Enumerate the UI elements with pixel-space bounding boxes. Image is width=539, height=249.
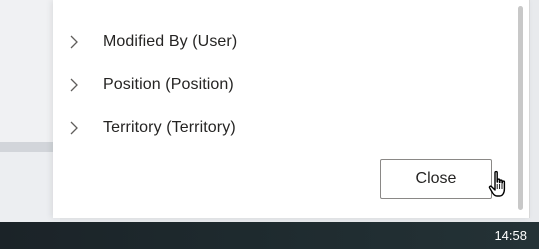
taskbar-clock[interactable]: 14:58 <box>494 228 527 243</box>
tree-item-modified-by[interactable]: Modified By (User) <box>53 20 493 63</box>
tree-item-label: Position (Position) <box>103 75 234 93</box>
tree-item-label: Modified By (User) <box>103 32 238 50</box>
background-panel <box>0 0 60 142</box>
scrollbar-thumb[interactable] <box>518 6 523 210</box>
background-divider <box>0 142 60 152</box>
field-tree: Modified By (User) Position (Position) T… <box>53 20 493 149</box>
tree-item-territory[interactable]: Territory (Territory) <box>53 106 493 149</box>
dialog-panel: Modified By (User) Position (Position) T… <box>53 0 530 218</box>
chevron-right-icon[interactable] <box>67 35 81 49</box>
scrollbar[interactable] <box>515 0 527 218</box>
taskbar: 14:58 <box>0 222 539 249</box>
tree-item-label: Territory (Territory) <box>103 118 236 136</box>
tree-item-position[interactable]: Position (Position) <box>53 63 493 106</box>
chevron-right-icon[interactable] <box>67 121 81 135</box>
background-panel-lower <box>0 152 60 222</box>
close-button[interactable]: Close <box>380 159 492 199</box>
chevron-right-icon[interactable] <box>67 78 81 92</box>
